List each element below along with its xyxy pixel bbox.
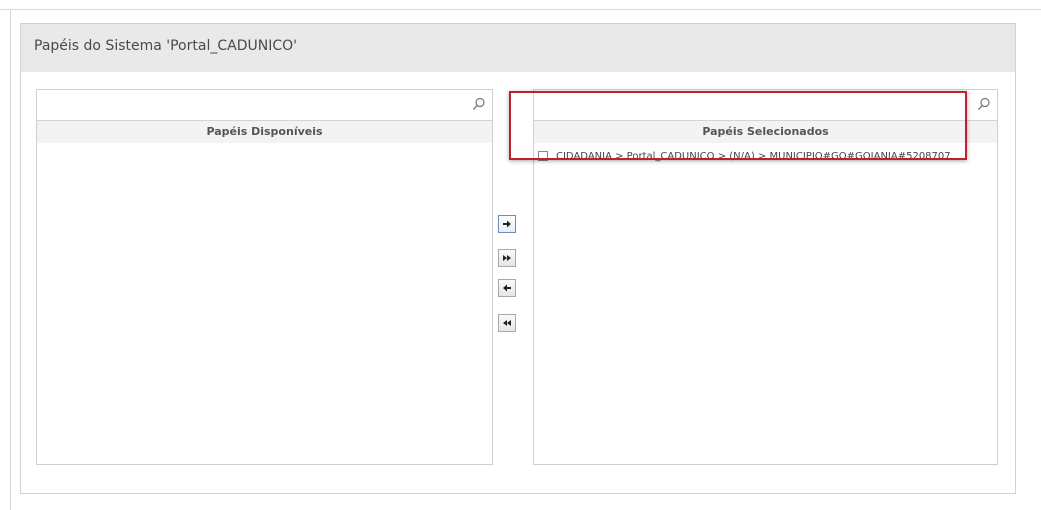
search-icon[interactable] xyxy=(472,97,486,111)
add-all-button[interactable] xyxy=(498,249,516,267)
available-search-box xyxy=(37,90,492,121)
top-divider xyxy=(0,9,1041,10)
selected-search-box xyxy=(534,90,997,121)
available-search-input[interactable] xyxy=(37,90,492,120)
selected-list-header: Papéis Selecionados xyxy=(534,121,997,143)
remove-button[interactable] xyxy=(498,279,516,297)
arrow-left-icon xyxy=(503,284,511,292)
double-arrow-right-icon xyxy=(503,255,511,261)
remove-all-button[interactable] xyxy=(498,314,516,332)
add-button[interactable] xyxy=(498,215,516,233)
double-arrow-left-icon xyxy=(503,320,511,326)
panel-header: Papéis do Sistema 'Portal_CADUNICO' xyxy=(21,24,1015,72)
selected-search-input[interactable] xyxy=(534,90,997,120)
list-item-label: CIDADANIA > Portal_CADUNICO > (N/A) > MU… xyxy=(556,150,951,162)
panel-title: Papéis do Sistema 'Portal_CADUNICO' xyxy=(34,38,297,54)
item-checkbox[interactable] xyxy=(538,151,548,161)
list-item[interactable]: CIDADANIA > Portal_CADUNICO > (N/A) > MU… xyxy=(538,147,951,165)
left-divider xyxy=(10,9,11,510)
roles-picklist-panel: Papéis do Sistema 'Portal_CADUNICO' Papé… xyxy=(20,23,1016,494)
arrow-right-icon xyxy=(503,220,511,228)
search-icon[interactable] xyxy=(977,97,991,111)
selected-roles-list[interactable]: Papéis Selecionados CIDADANIA > Portal_C… xyxy=(533,89,998,465)
available-list-header: Papéis Disponíveis xyxy=(37,121,492,143)
available-roles-list[interactable]: Papéis Disponíveis xyxy=(36,89,493,465)
